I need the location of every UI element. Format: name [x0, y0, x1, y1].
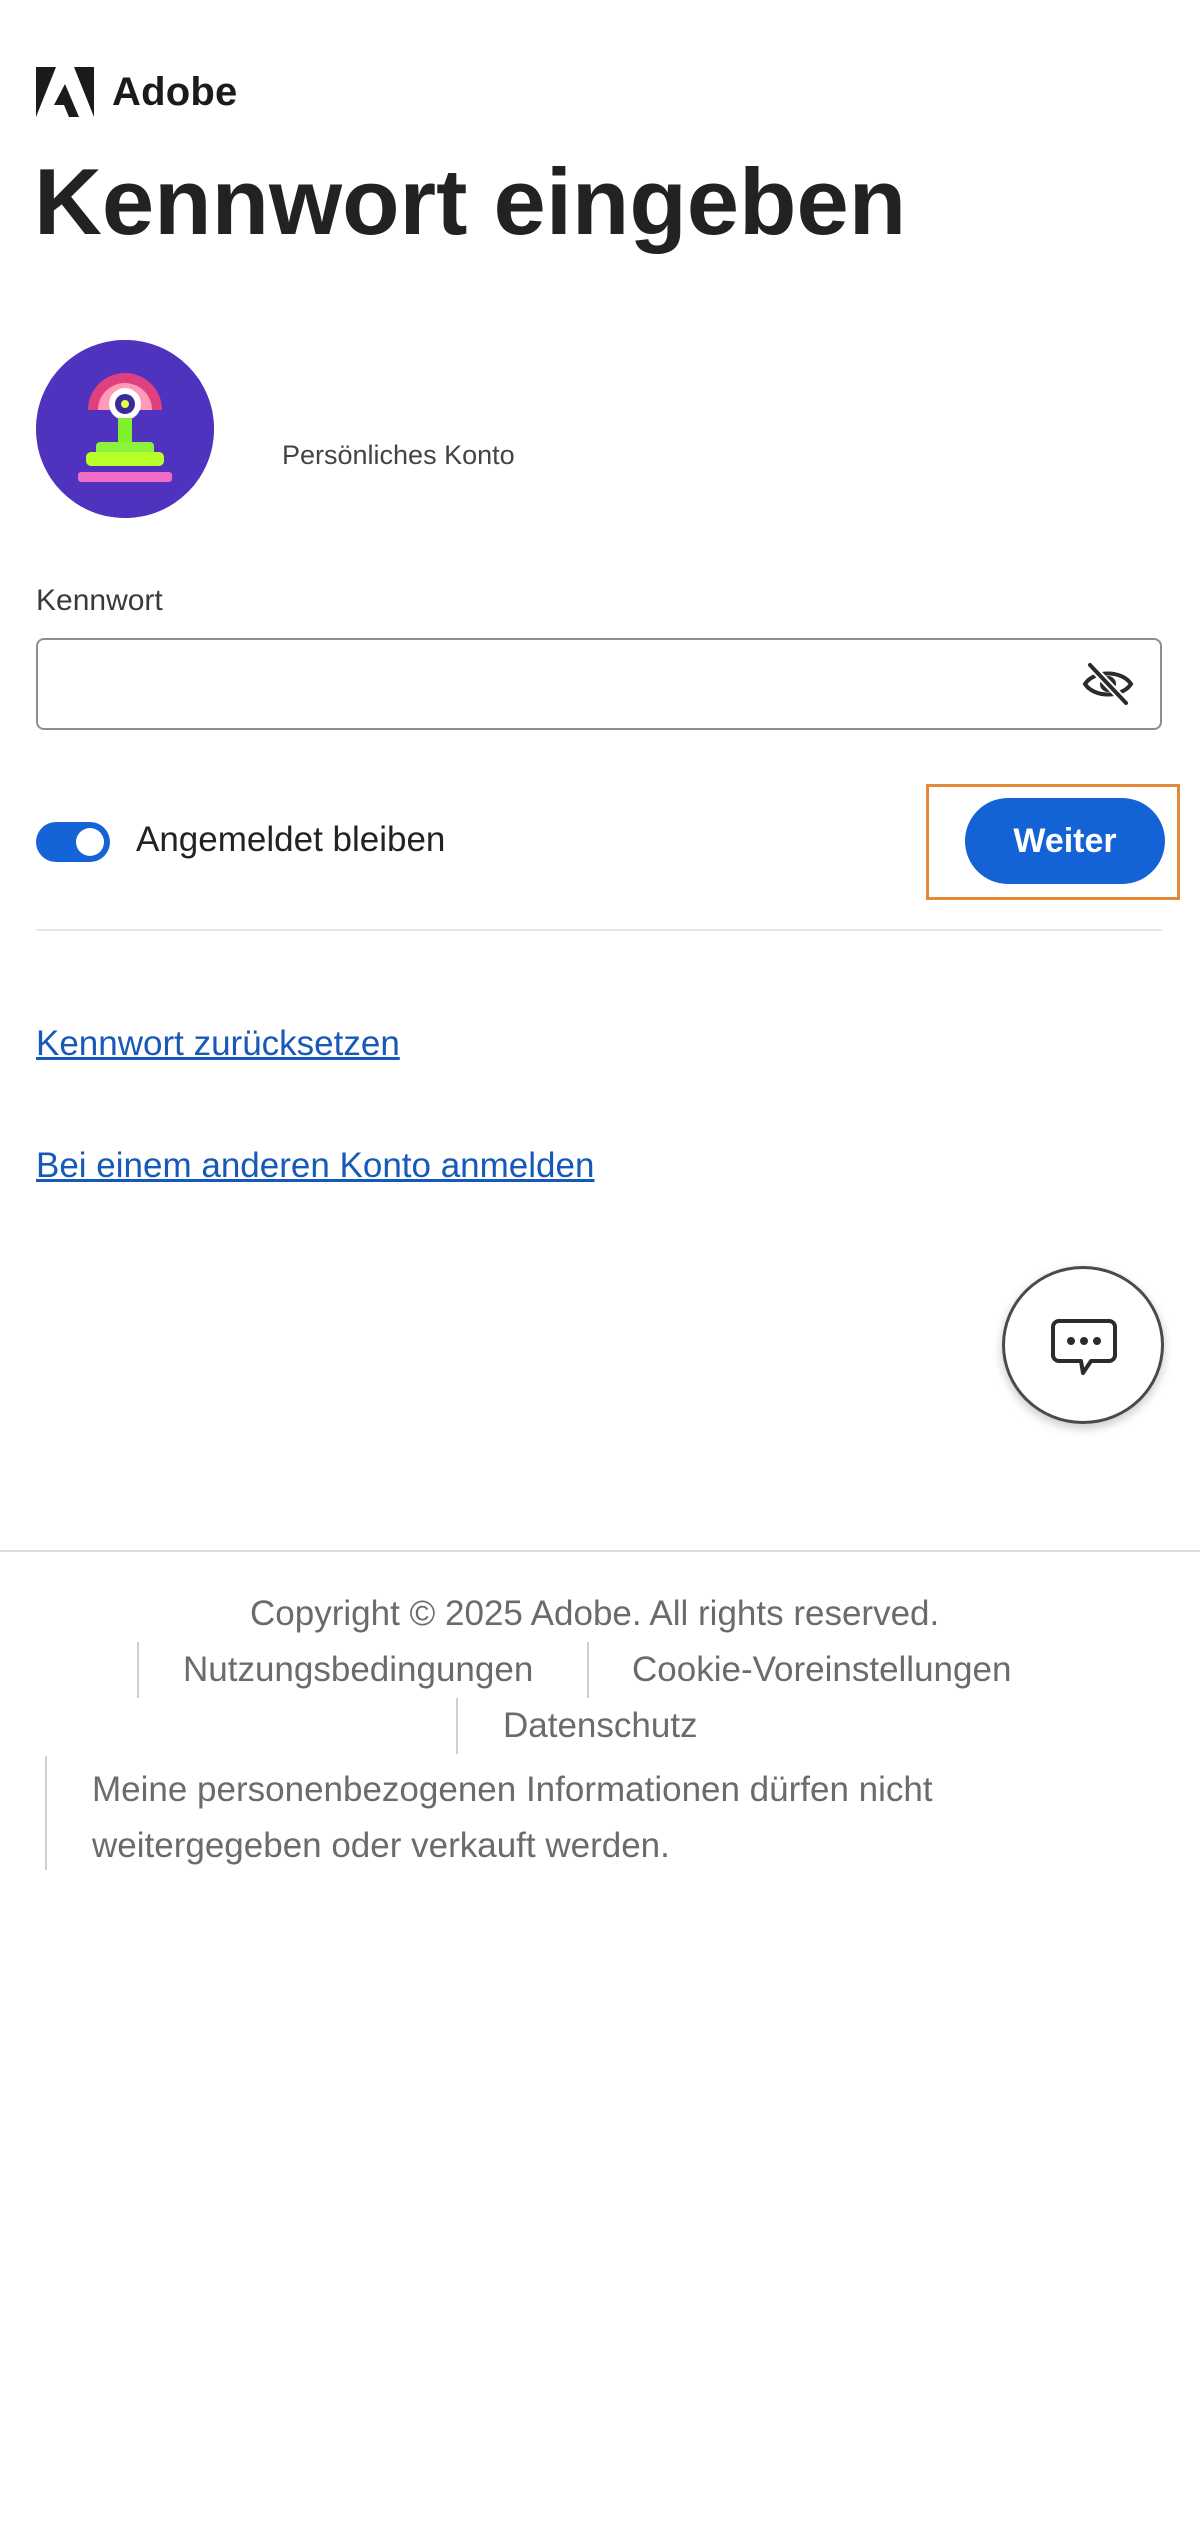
reset-password-link[interactable]: Kennwort zurücksetzen — [36, 1024, 400, 1064]
continue-button[interactable]: Weiter — [965, 798, 1165, 884]
cookie-preferences-link[interactable]: Cookie-Voreinstellungen — [632, 1650, 1011, 1690]
terms-link[interactable]: Nutzungsbedingungen — [183, 1650, 533, 1690]
chat-bubble-icon — [1051, 1319, 1117, 1375]
copyright-text: Copyright © 2025 Adobe. All rights reser… — [250, 1594, 940, 1633]
do-not-sell-link[interactable]: Meine personenbezogenen Informationen dü… — [92, 1762, 1042, 1874]
sign-in-page: Adobe Kennwort eingeben Persönliches Kon… — [0, 0, 1200, 2534]
password-label: Kennwort — [36, 584, 163, 617]
footer-divider — [0, 1550, 1200, 1552]
avatar — [36, 340, 214, 518]
divider — [36, 929, 1162, 931]
other-account-link[interactable]: Bei einem anderen Konto anmelden — [36, 1146, 594, 1186]
footer-separator — [45, 1756, 47, 1870]
footer-separator — [456, 1698, 458, 1754]
page-title: Kennwort eingeben — [34, 149, 907, 254]
account-type-label: Persönliches Konto — [282, 440, 515, 470]
adobe-logo-icon — [36, 67, 94, 117]
footer-separator — [587, 1642, 589, 1698]
password-input[interactable] — [58, 640, 1062, 730]
password-field — [36, 638, 1162, 730]
chat-button[interactable] — [1002, 1266, 1164, 1424]
stay-signed-in-label: Angemeldet bleiben — [136, 820, 446, 859]
privacy-link[interactable]: Datenschutz — [503, 1706, 698, 1746]
footer-separator — [137, 1642, 139, 1698]
brand-name: Adobe — [112, 69, 238, 114]
eye-slash-icon[interactable] — [1082, 660, 1134, 708]
toggle-knob — [76, 828, 104, 856]
brand-header: Adobe — [36, 66, 237, 118]
stay-signed-in-toggle[interactable] — [36, 822, 110, 862]
